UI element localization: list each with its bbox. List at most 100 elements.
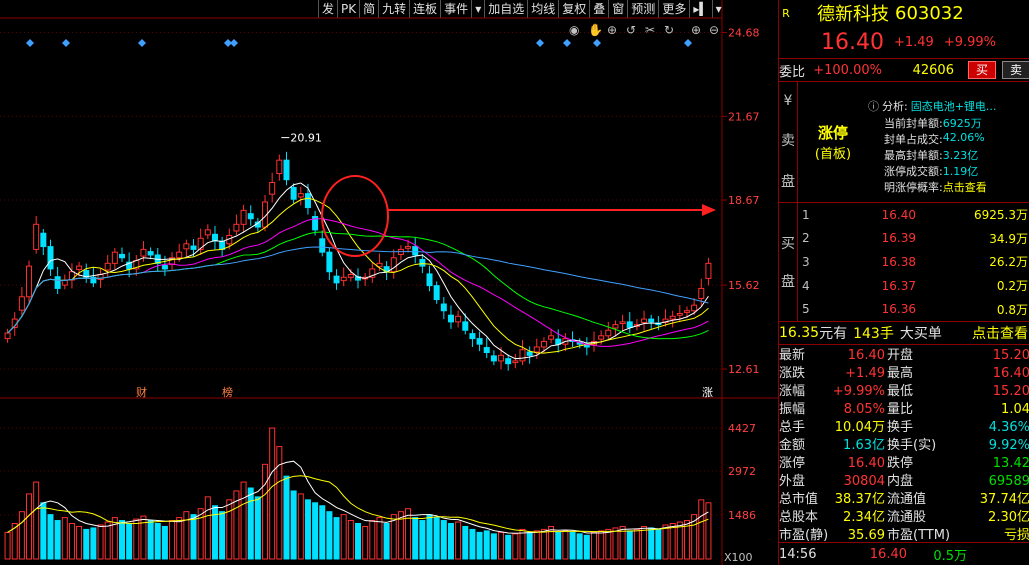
candle-body (26, 265, 33, 298)
bid-row[interactable]: 5 16.36 0.8万 (798, 299, 1029, 319)
band-price: 16.35 (779, 325, 820, 341)
bid-price: 16.37 (881, 278, 916, 293)
crosshair-icon[interactable]: ⊕ (607, 23, 617, 37)
bid-price: 16.40 (881, 207, 916, 222)
bid-row[interactable]: 1 16.40 6925.3万 (798, 205, 1029, 225)
volume-bar (276, 446, 283, 560)
candle-body (540, 340, 547, 348)
bid-row[interactable]: 2 16.39 34.9万 (798, 228, 1029, 248)
undo-icon[interactable]: ↺ (626, 23, 636, 37)
limit-item-key: 明涨停概率: (884, 181, 943, 194)
price-tick-label: 21.67 (728, 110, 760, 123)
limit-item-key: 最高封单额: (884, 149, 943, 162)
volume-bar (447, 523, 454, 560)
volume-bar (469, 528, 476, 560)
stat-value: 10.04万 (834, 420, 885, 435)
volume-bar (476, 531, 483, 560)
volume-bar (176, 517, 183, 560)
price-change: +1.49 (893, 34, 934, 50)
candle-body (111, 251, 118, 264)
rongzi-flag: R (782, 6, 790, 20)
volume-bar (247, 487, 254, 560)
volume-bar (262, 463, 269, 560)
volume-bar (304, 499, 311, 560)
candle-body (219, 240, 226, 250)
candle-body (669, 315, 676, 320)
stat-label: 振幅 (779, 402, 806, 417)
webi-row: 委比 +100.00% 42606 买 卖 (779, 58, 1029, 81)
volume-bar (269, 427, 276, 560)
limit-item-value[interactable]: 点击查看 (943, 179, 987, 195)
info-icon: ⓘ (868, 100, 879, 113)
limit-items: 当前封单额: 6925万 封单占成交: 42.06% 最高封单额: 3.23亿 涨停成交额:… (868, 115, 1029, 195)
stat-value: 8.05% (843, 402, 885, 417)
quote-header: R 德新科技 603032 (779, 0, 1029, 26)
limit-up-box: 涨停 (首板) (798, 82, 868, 202)
band-unit: 元有 (819, 326, 848, 342)
kline-chart-area[interactable]: 发 PK 简 九转 连板 事件 ▾ 加自选 均线 复权 叠 窗 预测 更多 ▸▍… (0, 0, 778, 565)
bid-row[interactable]: 4 16.37 0.2万 (798, 276, 1029, 296)
bid-side-label: 买 盘 (779, 203, 798, 321)
zoom-in-icon[interactable]: ⊕ (691, 23, 701, 37)
candle-body (462, 321, 469, 331)
volume-bar (40, 502, 47, 560)
volume-bar (211, 505, 218, 560)
bid-volume: 34.9万 (989, 231, 1028, 246)
candle-body (447, 314, 454, 323)
band-link[interactable]: 点击查看 (972, 323, 1029, 343)
volume-bar (83, 528, 90, 560)
candle-body (304, 193, 311, 209)
volume-bar (319, 505, 326, 560)
stock-name: 德新科技 (817, 4, 889, 25)
buy-button[interactable]: 买 (967, 61, 996, 79)
bid-rows: 1 16.40 6925.3万 2 16.39 34.9万 3 16.38 26.2万 4 16.3… (798, 203, 1029, 321)
zoom-out-icon[interactable]: ⊖ (709, 23, 719, 37)
volume-bar (362, 525, 369, 560)
stat-value: 13.42 (992, 456, 1029, 471)
bid-volume: 6925.3万 (974, 208, 1028, 223)
volume-bar (555, 531, 562, 560)
volume-bar (626, 530, 633, 560)
sell-button[interactable]: 卖 (1001, 61, 1029, 79)
candle-body (683, 310, 690, 313)
scissors-icon[interactable]: ✂ (645, 23, 655, 37)
volume-bar (605, 528, 612, 560)
analysis-text[interactable]: 固态电池+锂电... (911, 98, 997, 115)
candle-body (605, 329, 612, 337)
limit-item[interactable]: 明涨停概率: 点击查看 (868, 179, 1029, 195)
bid-label-mai: 买 (781, 236, 795, 252)
eye-icon[interactable]: ◉ (569, 23, 579, 37)
price-tick-label: 12.61 (728, 363, 760, 376)
price-tick-label: 18.67 (728, 194, 760, 207)
candle-body (390, 257, 397, 273)
volume-bar (462, 525, 469, 560)
stat-value: 16.40 (847, 456, 885, 471)
limit-item-value: 6925万 (942, 117, 982, 130)
annotation-circle (321, 175, 389, 257)
bid-row[interactable]: 3 16.38 26.2万 (798, 252, 1029, 272)
stat-label: 换手(实) (887, 438, 937, 453)
peak-label: 20.91 (290, 132, 322, 145)
event-marker-label: 涨 (702, 386, 713, 399)
price-row: 16.40 +1.49 +9.99% (779, 26, 1029, 58)
bid-level: 3 (802, 254, 810, 269)
candle-body (512, 360, 519, 364)
candle-body (290, 187, 297, 200)
candle-body (676, 313, 683, 316)
candle-body (598, 335, 605, 340)
candle-body (40, 232, 47, 248)
candle-body (240, 209, 247, 225)
volume-bar (76, 525, 83, 560)
redo-icon[interactable]: ↻ (664, 23, 674, 37)
candle-body (161, 265, 168, 270)
bid-price: 16.36 (881, 302, 916, 317)
limit-up-substatus: (首板) (814, 147, 852, 162)
volume-bar (97, 524, 104, 560)
tick-volume: 0.5万 (933, 548, 967, 564)
hand-icon[interactable]: ✋ (588, 23, 603, 37)
bid-level: 5 (802, 302, 810, 317)
candle-body (483, 347, 490, 354)
analysis-row[interactable]: ⓘ 分析: 固态电池+锂电... (868, 98, 1029, 115)
stat-value: 1.04 (1001, 402, 1029, 417)
candle-body (533, 346, 540, 353)
